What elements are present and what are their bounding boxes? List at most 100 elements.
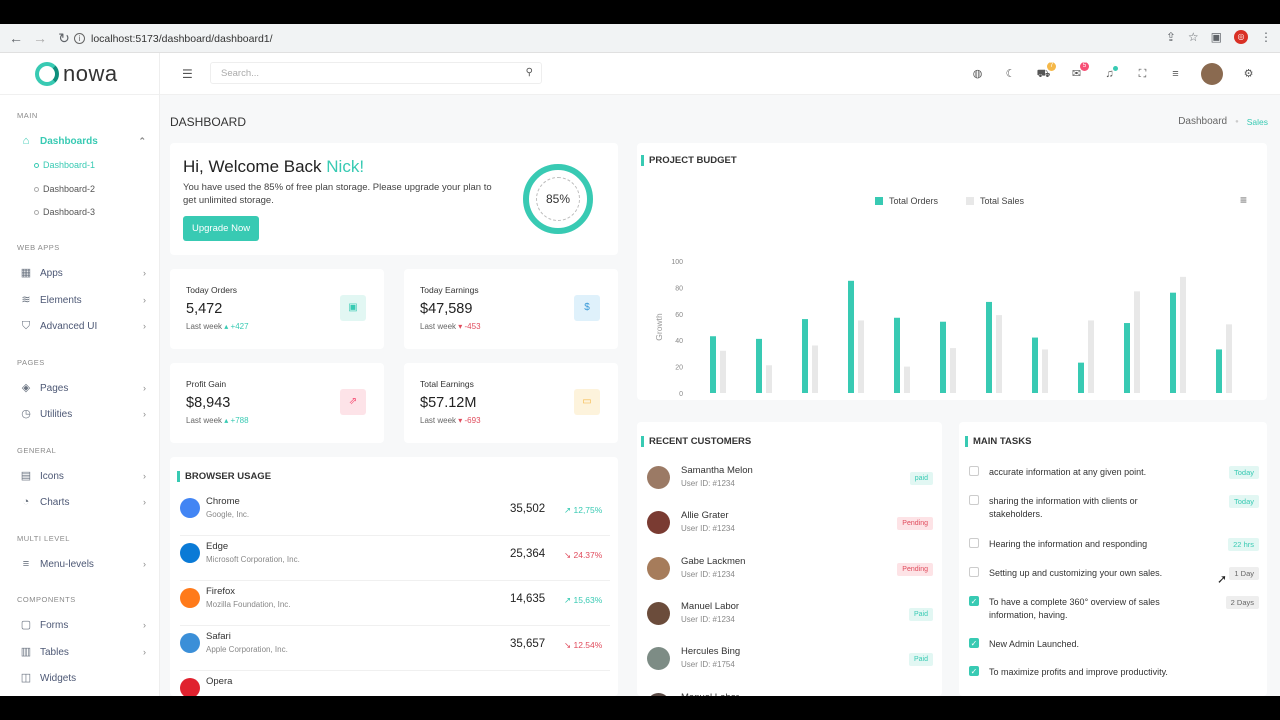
bar-total-sales[interactable]	[1134, 291, 1140, 393]
logo-icon	[35, 61, 59, 86]
bar-total-sales[interactable]	[1042, 349, 1048, 393]
app-root: nowa MAIN ⌂ Dashboards ⌃ Dashboard-1 Das…	[0, 53, 1280, 696]
sidebar-item-apps[interactable]: ▦ Apps ›	[20, 265, 146, 281]
mail-icon[interactable]: ✉ 5	[1069, 61, 1089, 82]
info-icon[interactable]: i	[74, 33, 85, 44]
chevron-right-icon: ›	[143, 409, 146, 419]
cart-icon[interactable]: ⛟ 7	[1036, 61, 1056, 82]
avatar	[647, 511, 670, 535]
browser-usage-card: BROWSER USAGE Chrome Google, Inc. 35,502…	[170, 457, 618, 696]
customer-row[interactable]: Manuel Labor	[647, 689, 937, 696]
sidebar-item-label: Widgets	[40, 672, 77, 684]
breadcrumb-item[interactable]: Dashboard	[1178, 116, 1227, 127]
task-checkbox[interactable]: ✓	[969, 638, 979, 648]
bar-total-orders[interactable]	[894, 317, 900, 393]
bell-icon[interactable]: ♫	[1102, 65, 1118, 82]
sidebar-sub-dashboard-3[interactable]: Dashboard-3	[34, 207, 95, 217]
sidebar-item-label: Apps	[40, 267, 63, 279]
bar-total-sales[interactable]	[950, 348, 956, 393]
reload-icon[interactable]: ↻	[56, 30, 72, 47]
sidebar-item-menu-levels[interactable]: ≡ Menu-levels ›	[20, 556, 146, 572]
bar-total-sales[interactable]	[858, 320, 864, 393]
task-checkbox[interactable]	[969, 466, 979, 476]
task-text: sharing the information with clients or …	[989, 496, 1138, 519]
chevron-right-icon: ›	[143, 383, 146, 393]
bar-total-sales[interactable]	[1180, 276, 1186, 393]
bar-total-orders[interactable]	[756, 338, 762, 393]
search-icon[interactable]: ⚲	[526, 67, 533, 78]
task-checkbox[interactable]	[969, 495, 979, 505]
table-icon: ▥	[20, 646, 32, 658]
y-tick-label: 0	[679, 391, 683, 398]
sidebar-item-advanced-ui[interactable]: ⛉ Advanced UI ›	[20, 318, 146, 334]
avatar[interactable]	[1201, 63, 1223, 85]
bar-total-sales[interactable]	[996, 315, 1002, 393]
bell-dot	[1113, 65, 1118, 71]
customer-row[interactable]: Samantha Melon User ID: #1234 paid	[647, 462, 937, 506]
bar-total-orders[interactable]	[1216, 349, 1222, 393]
bar-total-sales[interactable]	[1088, 320, 1094, 393]
sub-label: Dashboard-2	[43, 184, 96, 194]
bar-total-orders[interactable]	[940, 321, 946, 393]
sidepanel-icon[interactable]: ▣	[1211, 30, 1222, 44]
task-checkbox[interactable]: ✓	[969, 666, 979, 676]
stat-total-earnings: Total Earnings $57.12M Last week ▾ -693 …	[404, 363, 618, 443]
stat-label: Total Earnings	[420, 379, 474, 389]
menu-toggle-icon[interactable]: ☰	[182, 67, 193, 81]
sidebar-item-icons[interactable]: ▤ Icons ›	[20, 468, 146, 484]
sidebar-item-utilities[interactable]: ◷ Utilities ›	[20, 406, 146, 422]
sidebar-item-tables[interactable]: ▥ Tables ›	[20, 644, 146, 660]
globe-icon[interactable]: ◍	[970, 67, 985, 82]
more-icon[interactable]: ⋮	[1260, 30, 1272, 44]
bar-total-sales[interactable]	[1226, 324, 1232, 393]
task-checkbox[interactable]	[969, 538, 979, 548]
breadcrumb: Dashboard ● Sales	[1178, 116, 1268, 127]
bar-total-orders[interactable]	[1124, 323, 1130, 393]
stat-week: Last week	[186, 322, 223, 331]
sidebar-item-label: Advanced UI	[40, 320, 98, 332]
customer-row[interactable]: Gabe Lackmen User ID: #1234 Pending	[647, 553, 937, 597]
task-checkbox[interactable]	[969, 567, 979, 577]
address-bar[interactable]: i localhost:5173/dashboard/dashboard1/	[74, 28, 1214, 49]
share-icon[interactable]: ⇪	[1166, 30, 1176, 44]
sidebar-item-dashboards[interactable]: ⌂ Dashboards ⌃	[20, 133, 146, 149]
bar-total-orders[interactable]	[1032, 337, 1038, 393]
gear-icon[interactable]: ⚙	[1241, 67, 1256, 82]
upgrade-button[interactable]: Upgrade Now	[183, 216, 260, 241]
sidebar-item-forms[interactable]: ▢ Forms ›	[20, 617, 146, 633]
bar-total-orders[interactable]	[802, 319, 808, 393]
cart-badge: 7	[1047, 61, 1056, 71]
moon-icon[interactable]: ☾	[1003, 67, 1018, 82]
bar-total-sales[interactable]	[766, 365, 772, 393]
sidebar-sub-dashboard-1[interactable]: Dashboard-1	[34, 160, 95, 170]
forward-icon[interactable]: →	[32, 30, 48, 46]
customer-row[interactable]: Allie Grater User ID: #1234 Pending	[647, 507, 937, 551]
sidebar-item-widgets[interactable]: ◫ Widgets	[20, 670, 146, 686]
task-text: To maximize profits and improve producti…	[989, 667, 1168, 677]
sidebar-item-pages[interactable]: ◈ Pages ›	[20, 380, 146, 396]
search-input[interactable]: Search... ⚲	[210, 62, 542, 84]
fullscreen-icon[interactable]: ⛶	[1135, 67, 1150, 82]
bar-total-orders[interactable]	[1170, 292, 1176, 393]
sidebar-right-icon[interactable]: ≡	[1168, 67, 1183, 82]
bar-total-sales[interactable]	[720, 350, 726, 393]
section-multi-level: MULTI LEVEL	[17, 534, 70, 543]
bar-total-sales[interactable]	[904, 366, 910, 393]
sidebar-item-elements[interactable]: ≋ Elements ›	[20, 292, 146, 308]
star-icon[interactable]: ☆	[1188, 30, 1199, 44]
sidebar-item-charts[interactable]: ◔ Charts ›	[20, 494, 146, 510]
task-checkbox[interactable]: ✓	[969, 596, 979, 606]
bar-total-sales[interactable]	[812, 345, 818, 393]
extension-icon[interactable]: ◎	[1234, 30, 1248, 44]
chevron-right-icon: ›	[143, 647, 146, 657]
sidebar-sub-dashboard-2[interactable]: Dashboard-2	[34, 184, 95, 194]
customer-row[interactable]: Hercules Bing User ID: #1754 Paid	[647, 643, 937, 687]
logo[interactable]: nowa	[0, 53, 159, 95]
back-icon[interactable]: ←	[8, 30, 24, 46]
bar-total-orders[interactable]	[1078, 362, 1084, 393]
bar-total-orders[interactable]	[986, 301, 992, 393]
customer-row[interactable]: Manuel Labor User ID: #1234 Paid	[647, 598, 937, 642]
bar-total-orders[interactable]	[848, 280, 854, 393]
bar-total-orders[interactable]	[710, 336, 716, 393]
customer-id: User ID: #1234	[681, 524, 735, 534]
